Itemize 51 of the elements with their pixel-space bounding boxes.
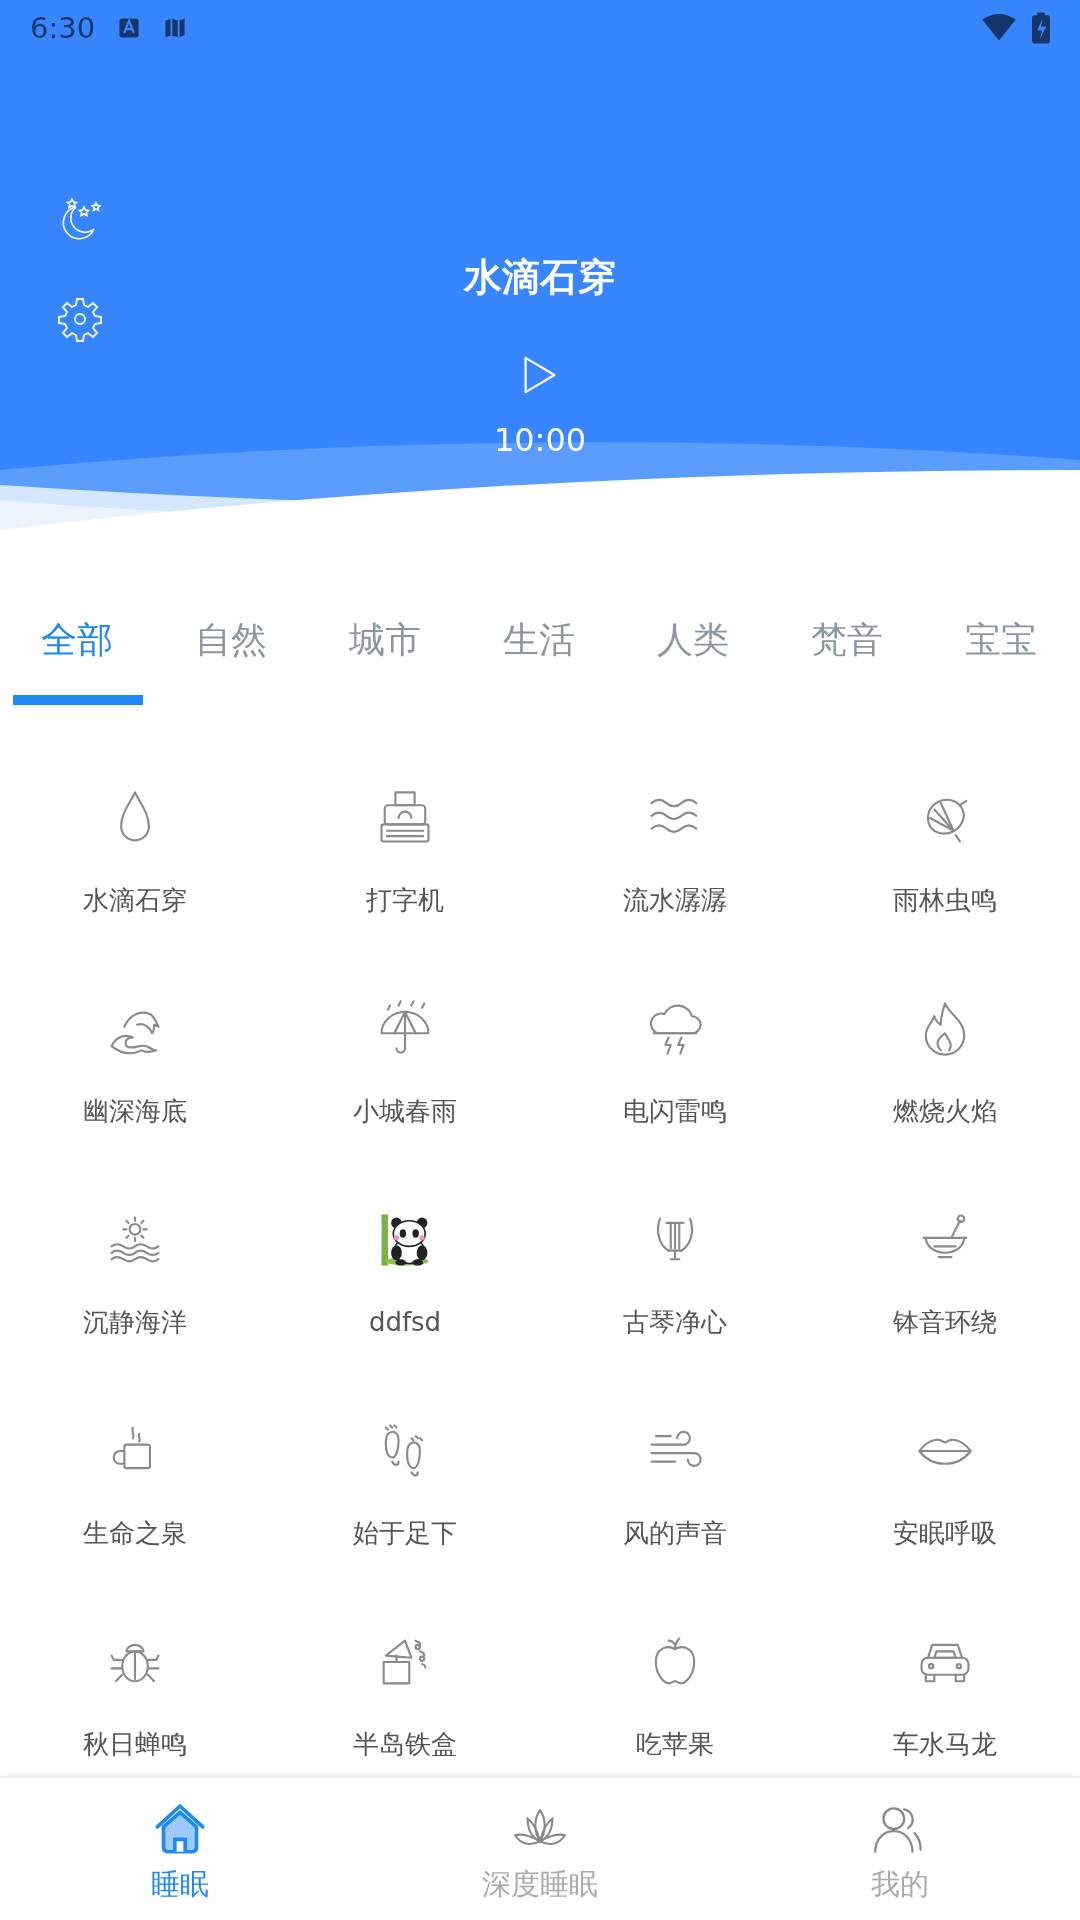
sound-item[interactable]: 古琴净心 <box>540 1168 810 1379</box>
category-tab[interactable]: 全部 <box>0 615 154 705</box>
sound-label: 车水马龙 <box>893 1728 997 1761</box>
sound-item[interactable]: ddfsd <box>270 1168 540 1379</box>
sound-label: 生命之泉 <box>83 1517 187 1550</box>
sound-item[interactable]: 沉静海洋 <box>0 1168 270 1379</box>
sound-label: ddfsd <box>368 1306 442 1339</box>
sound-label: 雨林虫鸣 <box>893 884 997 917</box>
sound-item[interactable]: 雨林虫鸣 <box>810 746 1080 957</box>
sound-item[interactable]: 始于足下 <box>270 1379 540 1590</box>
sound-item[interactable]: 流水潺潺 <box>540 746 810 957</box>
sound-item[interactable]: 打字机 <box>270 746 540 957</box>
sound-item[interactable]: 电闪雷鸣 <box>540 957 810 1168</box>
sound-label: 幽深海底 <box>83 1095 187 1128</box>
sound-label: 流水潺潺 <box>623 884 727 917</box>
sound-label: 水滴石穿 <box>83 884 187 917</box>
nav-tab[interactable]: 睡眠 <box>0 1778 360 1920</box>
sound-label: 半岛铁盒 <box>353 1728 457 1761</box>
sound-item[interactable]: 风的声音 <box>540 1379 810 1590</box>
sound-label: 钵音环绕 <box>893 1306 997 1339</box>
keyboard-notification-icon <box>117 15 142 40</box>
sound-item[interactable]: 车水马龙 <box>810 1590 1080 1776</box>
sound-label: 电闪雷鸣 <box>623 1095 727 1128</box>
status-time: 6:30 <box>30 10 96 45</box>
sound-label: 燃烧火焰 <box>893 1095 997 1128</box>
wifi-icon <box>982 13 1016 42</box>
sound-item[interactable]: 幽深海底 <box>0 957 270 1168</box>
sound-item[interactable]: 燃烧火焰 <box>810 957 1080 1168</box>
sound-item[interactable]: 水滴石穿 <box>0 746 270 957</box>
sound-item[interactable]: 半岛铁盒 <box>270 1590 540 1776</box>
sound-item[interactable]: 小城春雨 <box>270 957 540 1168</box>
sound-label: 古琴净心 <box>623 1306 727 1339</box>
sound-label: 小城春雨 <box>353 1095 457 1128</box>
play-icon[interactable] <box>522 355 558 395</box>
sound-label: 吃苹果 <box>636 1728 714 1761</box>
sound-label: 安眠呼吸 <box>893 1517 997 1550</box>
sound-label: 始于足下 <box>353 1517 457 1550</box>
settings-icon[interactable] <box>56 295 104 343</box>
timer-text: 10:00 <box>493 421 587 459</box>
sound-label: 秋日蝉鸣 <box>83 1728 187 1761</box>
sound-title: 水滴石穿 <box>464 254 616 301</box>
sound-label: 风的声音 <box>623 1517 727 1550</box>
sound-item[interactable]: 安眠呼吸 <box>810 1379 1080 1590</box>
sound-item[interactable]: 秋日蝉鸣 <box>0 1590 270 1776</box>
sound-item[interactable]: 钵音环绕 <box>810 1168 1080 1379</box>
sound-item[interactable]: 生命之泉 <box>0 1379 270 1590</box>
map-icon <box>163 15 188 40</box>
sound-label: 打字机 <box>366 884 444 917</box>
sound-item[interactable]: 吃苹果 <box>540 1590 810 1776</box>
sound-label: 沉静海洋 <box>83 1306 187 1339</box>
battery-icon <box>1032 11 1050 44</box>
